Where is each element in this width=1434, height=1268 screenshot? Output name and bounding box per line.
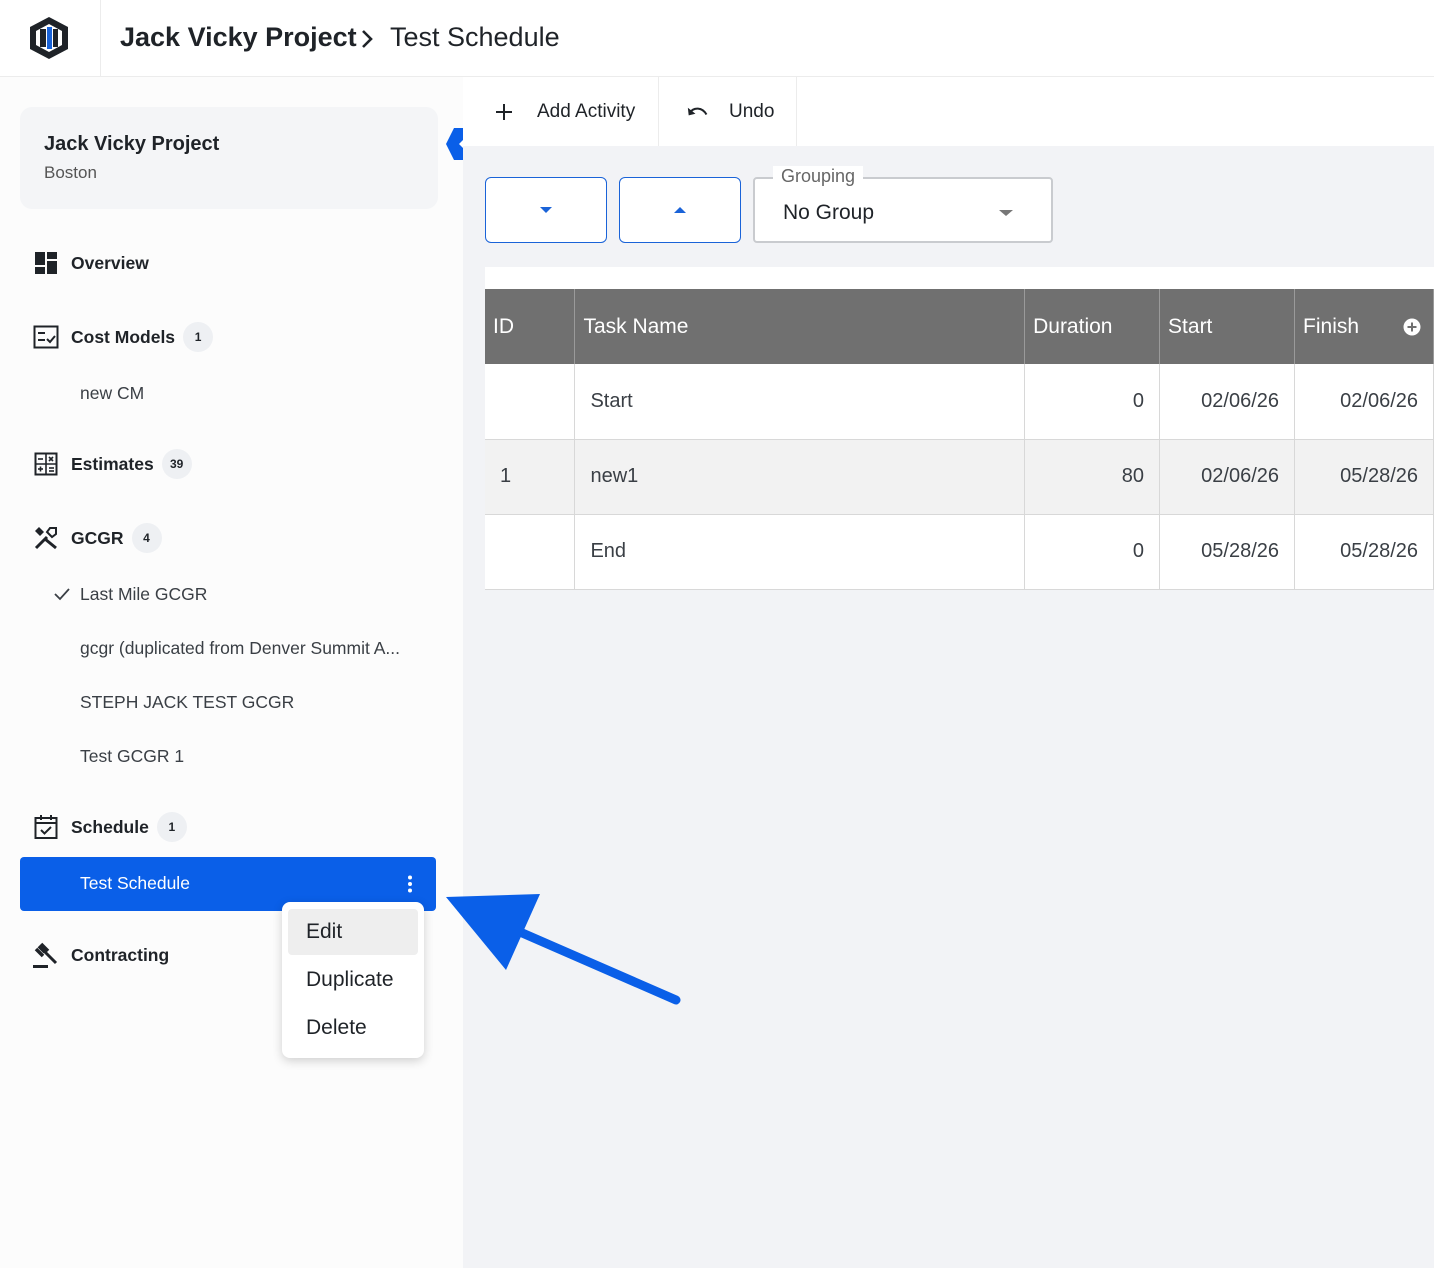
caret-down-icon bbox=[999, 210, 1013, 216]
menu-item-edit[interactable]: Edit bbox=[288, 909, 418, 955]
sidebar-item-overview[interactable]: Overview bbox=[32, 248, 149, 278]
undo-button[interactable]: Undo bbox=[659, 77, 797, 146]
add-circle-icon[interactable] bbox=[1403, 318, 1421, 336]
sidebar-item-label: Estimates bbox=[71, 453, 154, 474]
column-header-duration[interactable]: Duration bbox=[1024, 289, 1161, 364]
table-header-row: ID Task Name Duration Start Finish bbox=[485, 289, 1434, 364]
expand-all-button[interactable] bbox=[619, 177, 741, 243]
kebab-icon[interactable] bbox=[400, 874, 420, 894]
cell-task-name[interactable]: End bbox=[574, 514, 1026, 590]
sidebar-item-contracting[interactable]: Contracting bbox=[32, 940, 169, 970]
undo-label: Undo bbox=[729, 100, 775, 122]
cell-task-name[interactable]: new1 bbox=[574, 439, 1026, 515]
grouping-label: Grouping bbox=[773, 166, 864, 187]
toolbar: Add Activity Undo bbox=[463, 77, 1434, 146]
dashboard-icon bbox=[32, 249, 60, 277]
sidebar-item-label: Cost Models bbox=[71, 326, 176, 347]
column-header-start[interactable]: Start bbox=[1159, 289, 1296, 364]
cell-start[interactable]: 05/28/26 bbox=[1159, 514, 1296, 590]
sidebar-item-schedule[interactable]: Schedule 1 bbox=[32, 812, 187, 842]
gavel-icon bbox=[32, 941, 60, 969]
cell-id[interactable]: 1 bbox=[485, 439, 576, 515]
schedule-context-menu: Edit Duplicate Delete bbox=[282, 902, 424, 1058]
sidebar-item-cost-models[interactable]: Cost Models 1 bbox=[32, 322, 214, 352]
check-icon bbox=[53, 586, 71, 607]
sidebar-subitem-label: Test Schedule bbox=[80, 873, 190, 893]
count-badge: 4 bbox=[131, 523, 162, 553]
logo-area[interactable] bbox=[0, 0, 101, 76]
project-location: Boston bbox=[44, 163, 97, 182]
column-header-finish-label: Finish bbox=[1303, 314, 1360, 338]
cell-task-name[interactable]: Start bbox=[574, 364, 1026, 440]
sidebar-subitem-cost-model[interactable]: new CM bbox=[80, 383, 144, 404]
main-content: Grouping No Group ID Task Name Duration … bbox=[463, 146, 1434, 1268]
calendar-check-icon bbox=[32, 813, 60, 841]
schedule-table: ID Task Name Duration Start Finish Start… bbox=[485, 289, 1434, 590]
project-name: Jack Vicky Project bbox=[44, 133, 220, 155]
table-top-strip bbox=[485, 267, 1434, 289]
annotation-arrow-icon bbox=[446, 894, 681, 1005]
table-row[interactable]: Start 0 02/06/26 02/06/26 bbox=[485, 364, 1434, 440]
grouping-value: No Group bbox=[783, 201, 875, 224]
plus-icon bbox=[493, 101, 515, 123]
column-header-finish[interactable]: Finish bbox=[1294, 289, 1434, 364]
count-badge: 1 bbox=[156, 812, 187, 842]
menu-item-duplicate[interactable]: Duplicate bbox=[288, 957, 418, 1003]
sidebar-subitem-gcgr[interactable]: Last Mile GCGR bbox=[80, 584, 207, 605]
grouping-select[interactable]: Grouping No Group bbox=[753, 166, 1053, 243]
cell-id[interactable] bbox=[485, 364, 576, 440]
cell-finish[interactable]: 05/28/26 bbox=[1294, 514, 1434, 590]
cell-finish[interactable]: 02/06/26 bbox=[1294, 364, 1434, 440]
sidebar-item-label: Contracting bbox=[71, 944, 170, 965]
sidebar-subitem-gcgr[interactable]: gcgr (duplicated from Denver Summit A... bbox=[80, 638, 400, 659]
chevron-right-icon bbox=[358, 25, 378, 59]
count-badge: 39 bbox=[161, 449, 192, 479]
tools-icon bbox=[32, 524, 60, 552]
breadcrumb-project[interactable]: Jack Vicky Project bbox=[120, 20, 357, 54]
sidebar-subitem-gcgr[interactable]: Test GCGR 1 bbox=[80, 746, 184, 767]
caret-up-icon bbox=[674, 207, 686, 213]
menu-item-delete[interactable]: Delete bbox=[288, 1005, 418, 1051]
cell-duration[interactable]: 80 bbox=[1024, 439, 1161, 515]
sidebar-item-estimates[interactable]: Estimates 39 bbox=[32, 449, 192, 479]
add-activity-label: Add Activity bbox=[537, 100, 636, 122]
sidebar-subitem-gcgr[interactable]: STEPH JACK TEST GCGR bbox=[80, 692, 294, 713]
cell-finish[interactable]: 05/28/26 bbox=[1294, 439, 1434, 515]
project-card: Jack Vicky Project Boston bbox=[20, 107, 438, 209]
cell-duration[interactable]: 0 bbox=[1024, 364, 1161, 440]
cell-id[interactable] bbox=[485, 514, 576, 590]
sidebar-item-label: Schedule bbox=[71, 816, 149, 837]
count-badge: 1 bbox=[183, 322, 214, 352]
cell-start[interactable]: 02/06/26 bbox=[1159, 439, 1296, 515]
cell-duration[interactable]: 0 bbox=[1024, 514, 1161, 590]
table-row[interactable]: 1 new1 80 02/06/26 05/28/26 bbox=[485, 439, 1434, 515]
collapse-all-button[interactable] bbox=[485, 177, 607, 243]
column-header-id[interactable]: ID bbox=[485, 289, 576, 364]
caret-down-icon bbox=[540, 207, 552, 213]
top-header: Jack Vicky Project Test Schedule bbox=[0, 0, 1434, 77]
undo-icon bbox=[687, 101, 709, 123]
sidebar-item-gcgr[interactable]: GCGR 4 bbox=[32, 523, 162, 553]
logo-icon bbox=[30, 17, 68, 59]
sidebar: Jack Vicky Project Boston Overview Cost … bbox=[0, 77, 480, 1268]
sidebar-item-label: Overview bbox=[71, 252, 149, 273]
breadcrumb-current: Test Schedule bbox=[390, 22, 560, 52]
calculator-icon bbox=[32, 450, 60, 478]
add-activity-button[interactable]: Add Activity bbox=[463, 77, 659, 146]
sidebar-item-label: GCGR bbox=[71, 527, 124, 548]
table-row[interactable]: End 0 05/28/26 05/28/26 bbox=[485, 514, 1434, 590]
column-header-task-name[interactable]: Task Name bbox=[574, 289, 1026, 364]
cell-start[interactable]: 02/06/26 bbox=[1159, 364, 1296, 440]
checklist-icon bbox=[32, 323, 60, 351]
